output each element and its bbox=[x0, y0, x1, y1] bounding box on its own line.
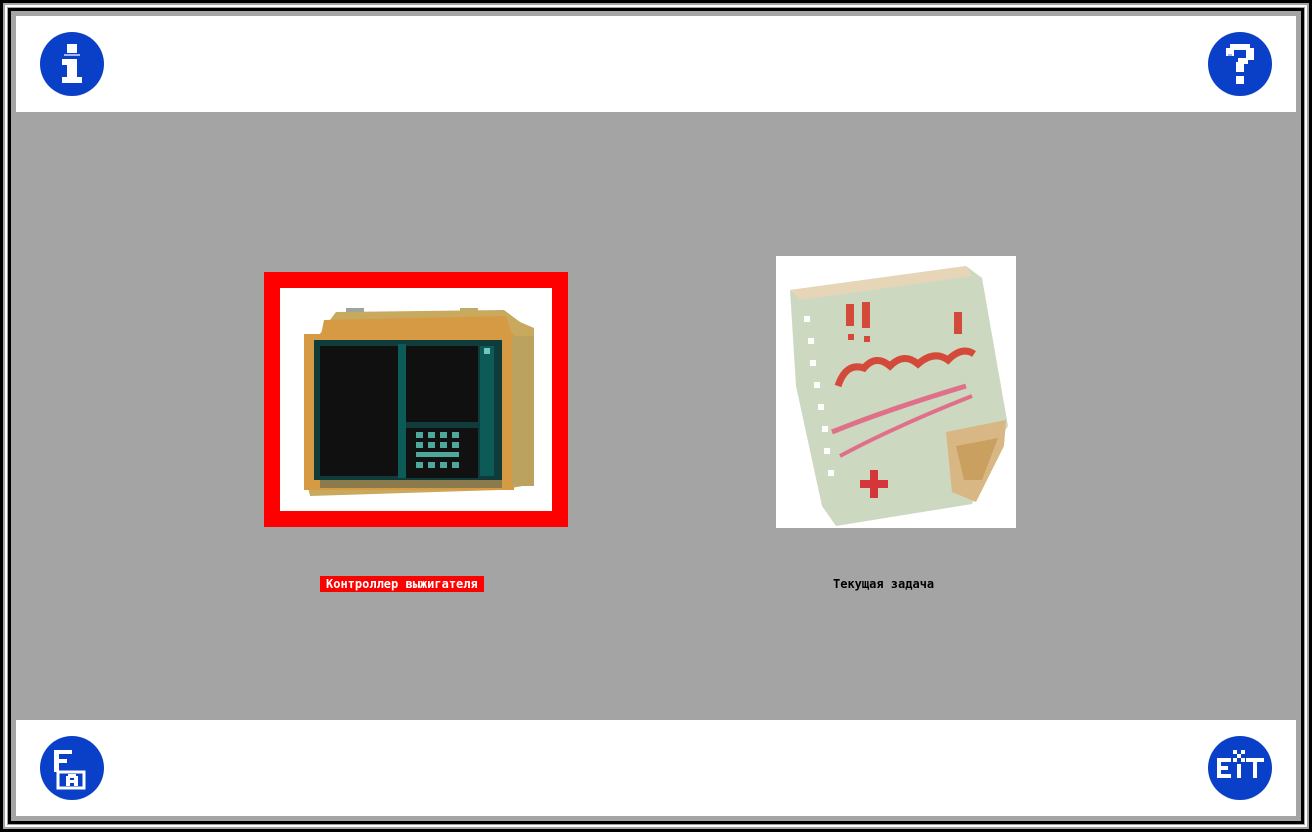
help-button[interactable] bbox=[1208, 32, 1272, 96]
controller-device-icon bbox=[304, 308, 534, 496]
controller-item-tile[interactable] bbox=[264, 272, 568, 527]
info-icon bbox=[62, 44, 82, 83]
task-item-label[interactable]: Текущая задача bbox=[827, 576, 940, 592]
fa-icon bbox=[54, 750, 86, 790]
bottom-bar bbox=[16, 720, 1296, 816]
top-bar bbox=[16, 16, 1296, 112]
controller-item-label[interactable]: Контроллер выжигателя bbox=[320, 576, 484, 592]
controller-item-image bbox=[280, 288, 552, 511]
window-frame bbox=[0, 0, 1312, 832]
info-button[interactable] bbox=[40, 32, 104, 96]
task-item-tile[interactable] bbox=[776, 256, 1016, 528]
exit-icon bbox=[1217, 750, 1264, 778]
help-icon bbox=[1226, 44, 1254, 84]
exit-button[interactable] bbox=[1208, 736, 1272, 800]
fa-button[interactable] bbox=[40, 736, 104, 800]
task-note-icon bbox=[790, 266, 1008, 526]
